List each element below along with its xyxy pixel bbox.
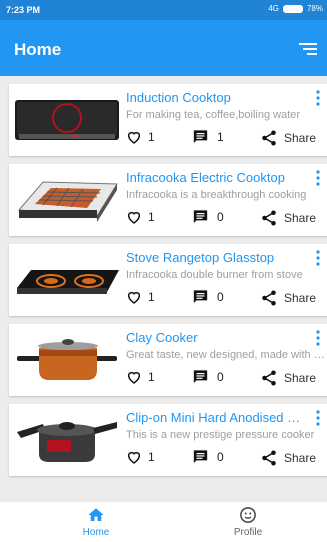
status-indicators: 4G 78% <box>268 4 323 13</box>
page-title: Home <box>14 40 62 59</box>
product-description: For making tea, coffee,boiling water <box>126 109 301 121</box>
product-card[interactable]: Clip-on Mini Hard Anodised Pressure Cook… <box>9 404 327 476</box>
product-title[interactable]: Stove Rangetop Glasstop <box>126 250 306 265</box>
app-bar: Home <box>0 20 327 76</box>
share-label: Share <box>284 291 317 305</box>
more-vert-icon[interactable] <box>315 170 321 186</box>
share-button[interactable]: Share <box>260 129 316 147</box>
like-count: 1 <box>148 290 155 304</box>
product-title[interactable]: Clip-on Mini Hard Anodised Pressure Cook… <box>126 410 306 425</box>
like-count: 1 <box>148 370 155 384</box>
pressure-cooker-image <box>17 422 117 462</box>
product-card[interactable]: Induction Cooktop For making tea, coffee… <box>9 84 327 156</box>
smiley-face-icon <box>240 507 256 523</box>
product-description: This is a new prestige pressure cooker <box>126 429 315 441</box>
comment-icon <box>193 290 208 303</box>
share-icon <box>262 450 276 466</box>
product-title[interactable]: Clay Cooker <box>126 330 306 345</box>
share-button[interactable]: Share <box>260 369 316 387</box>
comment-count: 0 <box>217 450 224 464</box>
share-icon <box>262 370 276 386</box>
heart-icon <box>127 211 141 224</box>
share-icon <box>262 130 276 146</box>
card-actions: 1 0 Share <box>126 369 326 389</box>
comment-icon <box>193 450 208 463</box>
card-actions: 1 1 Share <box>126 129 326 149</box>
comment-button[interactable]: 0 <box>192 289 224 305</box>
share-icon <box>262 290 276 306</box>
heart-icon <box>127 291 141 304</box>
product-title[interactable]: Infracooka Electric Cooktop <box>126 170 306 185</box>
clay-cooker-pot-image <box>17 339 117 380</box>
product-title[interactable]: Induction Cooktop <box>126 90 306 105</box>
product-description: Infracooka double burner from stove <box>126 269 303 281</box>
heart-icon <box>127 131 141 144</box>
status-time: 7:23 PM <box>6 5 41 15</box>
nav-profile-label: Profile <box>233 527 263 538</box>
battery-icon <box>282 4 303 13</box>
comment-icon <box>193 210 208 223</box>
product-card[interactable]: Stove Rangetop Glasstop Infracooka doubl… <box>9 244 327 316</box>
comment-button[interactable]: 0 <box>192 209 224 225</box>
share-label: Share <box>284 211 317 225</box>
induction-cooktop-image <box>15 100 119 140</box>
product-description: Infracooka is a breakthrough cooking <box>126 189 307 201</box>
sort-filter-icon[interactable] <box>299 42 317 56</box>
home-icon <box>88 508 104 521</box>
like-button[interactable]: 1 <box>126 209 155 225</box>
comment-icon <box>193 370 208 383</box>
comment-count: 0 <box>217 210 224 224</box>
more-vert-icon[interactable] <box>315 410 321 426</box>
battery-percent: 78% <box>306 4 323 13</box>
card-actions: 1 0 Share <box>126 209 326 229</box>
comment-count: 0 <box>217 370 224 384</box>
share-button[interactable]: Share <box>260 449 316 467</box>
more-vert-icon[interactable] <box>315 90 321 106</box>
nav-home[interactable]: Home <box>56 506 136 538</box>
share-label: Share <box>284 451 317 465</box>
more-vert-icon[interactable] <box>315 250 321 266</box>
comment-button[interactable]: 0 <box>192 449 224 465</box>
heart-icon <box>127 451 141 464</box>
status-bar: 7:23 PM 4G 78% <box>0 0 327 20</box>
like-button[interactable]: 1 <box>126 369 155 385</box>
product-card[interactable]: Infracooka Electric Cooktop Infracooka i… <box>9 164 327 236</box>
comment-count: 0 <box>217 290 224 304</box>
comment-icon <box>193 130 208 143</box>
comment-count: 1 <box>217 130 224 144</box>
nav-profile[interactable]: Profile <box>208 506 288 538</box>
share-icon <box>262 210 276 226</box>
like-button[interactable]: 1 <box>126 289 155 305</box>
nav-home-label: Home <box>82 527 110 538</box>
comment-button[interactable]: 1 <box>192 129 224 145</box>
product-description: Great taste, new designed, made with cla… <box>126 349 326 361</box>
double-burner-glasstop-image <box>17 270 119 294</box>
electric-cooktop-grill-image <box>17 181 118 222</box>
product-card[interactable]: Clay Cooker Great taste, new designed, m… <box>9 324 327 396</box>
like-count: 1 <box>148 450 155 464</box>
card-actions: 1 0 Share <box>126 449 326 469</box>
like-button[interactable]: 1 <box>126 449 155 465</box>
heart-icon <box>127 371 141 384</box>
comment-button[interactable]: 0 <box>192 369 224 385</box>
like-count: 1 <box>148 130 155 144</box>
like-button[interactable]: 1 <box>126 129 155 145</box>
more-vert-icon[interactable] <box>315 330 321 346</box>
network-type: 4G <box>268 4 279 13</box>
share-button[interactable]: Share <box>260 209 316 227</box>
share-label: Share <box>284 371 317 385</box>
share-button[interactable]: Share <box>260 289 316 307</box>
card-actions: 1 0 Share <box>126 289 326 309</box>
share-label: Share <box>284 131 317 145</box>
like-count: 1 <box>148 210 155 224</box>
bottom-navigation: Home Profile <box>0 502 327 542</box>
